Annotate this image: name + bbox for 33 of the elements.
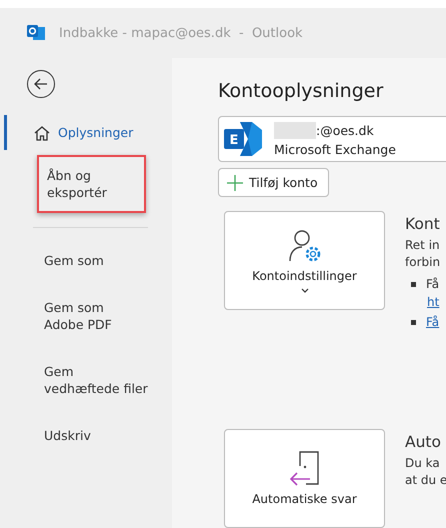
plus-icon: [227, 174, 243, 191]
selection-bar: [4, 115, 7, 150]
section-description: forbin: [405, 254, 440, 271]
section-heading: Auto: [405, 433, 442, 451]
chevron-down-icon: [300, 288, 308, 293]
bullet-icon: [411, 320, 416, 324]
bullet-text: Få: [426, 277, 440, 291]
user-gear-icon: [286, 228, 322, 264]
section-description: Ret in: [405, 237, 440, 254]
sidebar-item[interactable]: Gem som: [44, 252, 172, 269]
back-button[interactable]: [27, 70, 55, 98]
back-arrow-icon: [34, 78, 48, 90]
add-account-button[interactable]: Tilføj konto: [218, 168, 329, 197]
door-arrow-icon: [288, 451, 320, 487]
outlook-logo-icon: [27, 25, 45, 41]
sidebar-item[interactable]: Oplysninger: [34, 124, 172, 141]
account-address: :@oes.dk: [316, 122, 374, 138]
home-icon: [34, 124, 50, 140]
redacted-name: [274, 122, 316, 139]
page-heading: Kontooplysninger: [218, 80, 384, 102]
window-title: Indbakke - mapac@oes.dk - Outlook: [59, 26, 303, 40]
sidebar-item[interactable]: Gem som Adobe PDF: [44, 299, 172, 333]
account-type: Microsoft Exchange: [274, 142, 396, 157]
section-description: Du ka: [405, 455, 441, 472]
account-settings-button[interactable]: Kontoindstillinger: [224, 211, 385, 310]
sidebar-item[interactable]: Udskriv: [44, 427, 172, 444]
sidebar-item[interactable]: Åbn og eksportér: [37, 155, 146, 213]
bullet-icon: [411, 282, 416, 286]
section-heading: Kont: [405, 215, 440, 233]
help-link[interactable]: ht: [427, 295, 440, 309]
help-link[interactable]: Få: [426, 315, 440, 329]
automatic-replies-button[interactable]: Automatiske svar: [224, 429, 385, 528]
sidebar-item[interactable]: Gem vedhæftede filer: [44, 363, 172, 397]
